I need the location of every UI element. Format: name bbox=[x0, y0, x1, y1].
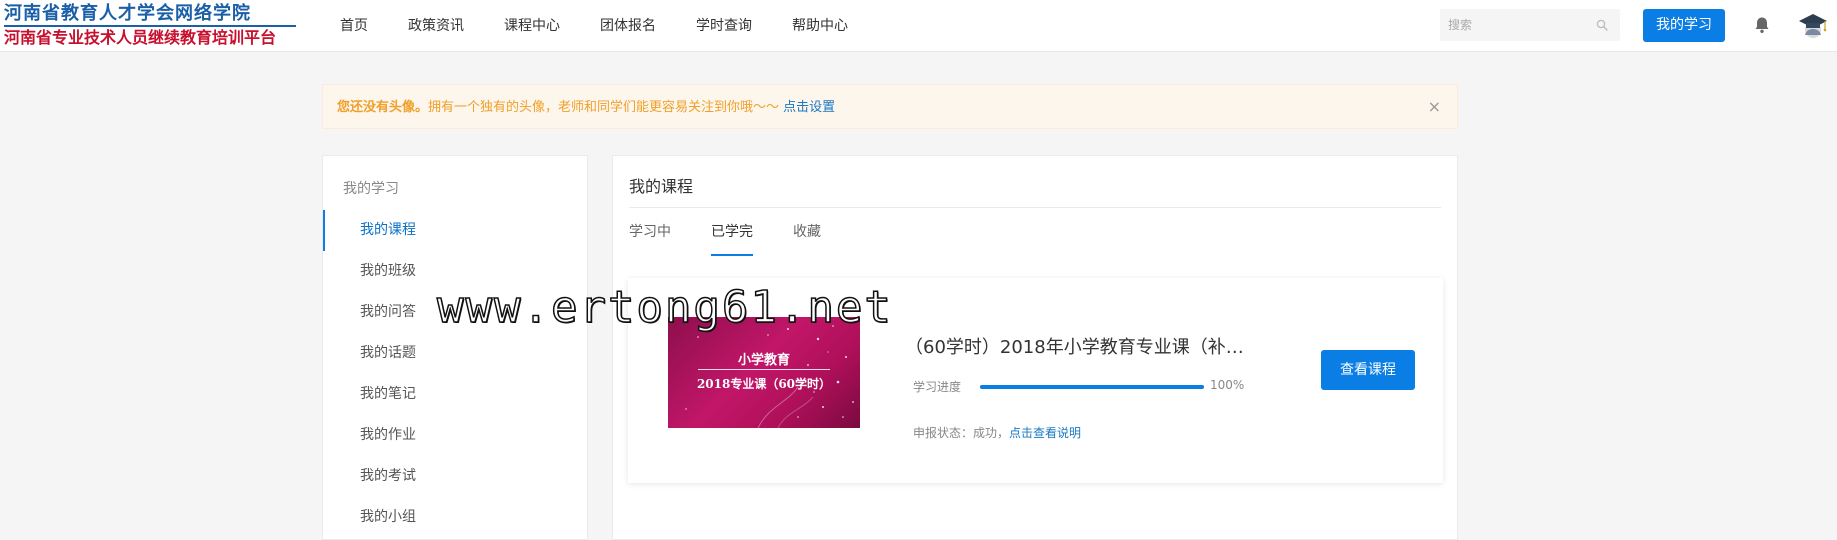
sidebar-item-my-groups[interactable]: 我的小组 bbox=[323, 497, 587, 538]
close-icon[interactable]: × bbox=[1428, 99, 1441, 115]
bell-icon[interactable] bbox=[1752, 15, 1772, 35]
sidebar-item-my-exams[interactable]: 我的考试 bbox=[323, 456, 587, 497]
course-thumbnail[interactable]: 小学教育 2018专业课（60学时） bbox=[668, 317, 860, 428]
thumbnail-title: 小学教育 bbox=[737, 353, 790, 368]
avatar-notice: 您还没有头像。拥有一个独有的头像，老师和同学们能更容易关注到你哦～～ 点击设置 … bbox=[322, 84, 1458, 129]
progress-fill bbox=[980, 385, 1204, 389]
sidebar-item-my-homework[interactable]: 我的作业 bbox=[323, 415, 587, 456]
sidebar-item-my-notes[interactable]: 我的笔记 bbox=[323, 374, 587, 415]
my-study-button[interactable]: 我的学习 bbox=[1643, 9, 1725, 42]
sidebar-item-my-topics[interactable]: 我的话题 bbox=[323, 333, 587, 374]
tab-favorites[interactable]: 收藏 bbox=[793, 208, 821, 256]
site-logo[interactable]: 河南省教育人才学会网络学院 河南省专业技术人员继续教育培训平台 bbox=[4, 4, 300, 48]
nav-hours-query[interactable]: 学时查询 bbox=[696, 0, 752, 52]
search-input[interactable] bbox=[1440, 9, 1580, 41]
notice-strong-text: 您还没有头像。 bbox=[337, 100, 429, 115]
progress-label: 学习进度 bbox=[913, 380, 962, 394]
sparkle-decoration bbox=[685, 325, 854, 428]
search-box bbox=[1440, 9, 1620, 41]
my-courses-panel: 我的课程 学习中 已学完 收藏 小学教育 2018专业课（60学时） （60学时… bbox=[612, 155, 1458, 540]
logo-subtitle: 河南省专业技术人员继续教育培训平台 bbox=[4, 28, 277, 47]
nav-course-center[interactable]: 课程中心 bbox=[504, 0, 560, 52]
nav-help-center[interactable]: 帮助中心 bbox=[792, 0, 848, 52]
view-course-button[interactable]: 查看课程 bbox=[1321, 350, 1415, 390]
progress-value: 100% bbox=[1210, 378, 1245, 392]
progress-bar bbox=[980, 385, 1204, 389]
sidebar-item-my-courses[interactable]: 我的课程 bbox=[323, 210, 587, 251]
logo-title: 河南省教育人才学会网络学院 bbox=[4, 3, 251, 24]
notice-message: 您还没有头像。拥有一个独有的头像，老师和同学们能更容易关注到你哦～～ 点击设置 bbox=[337, 85, 835, 130]
report-status-text: 申报状态：成功， bbox=[913, 426, 1010, 440]
course-tabs: 学习中 已学完 收藏 bbox=[629, 208, 861, 256]
tab-in-progress[interactable]: 学习中 bbox=[629, 208, 671, 256]
nav-group-enroll[interactable]: 团体报名 bbox=[600, 0, 656, 52]
sidebar-menu: 我的课程 我的班级 我的问答 我的话题 我的笔记 我的作业 我的考试 我的小组 bbox=[323, 210, 587, 538]
top-header: 河南省教育人才学会网络学院 河南省专业技术人员继续教育培训平台 首页 政策资讯 … bbox=[0, 0, 1837, 52]
course-title[interactable]: （60学时）2018年小学教育专业课（补… bbox=[905, 333, 1245, 359]
logo-divider bbox=[4, 25, 296, 27]
main-nav: 首页 政策资讯 课程中心 团体报名 学时查询 帮助中心 bbox=[340, 0, 888, 52]
sidebar-title: 我的学习 bbox=[343, 181, 399, 197]
thumbnail-rule bbox=[698, 369, 830, 370]
thumbnail-subtitle: 2018专业课（60学时） bbox=[696, 377, 832, 391]
tab-completed[interactable]: 已学完 bbox=[711, 208, 753, 256]
view-explanation-link[interactable]: 点击查看说明 bbox=[1009, 426, 1081, 440]
page-title: 我的课程 bbox=[629, 177, 694, 196]
avatar[interactable] bbox=[1797, 10, 1829, 42]
report-status: 申报状态：成功，点击查看说明 bbox=[913, 424, 1081, 441]
sidebar: 我的学习 我的课程 我的班级 我的问答 我的话题 我的笔记 我的作业 我的考试 … bbox=[322, 155, 588, 540]
notice-body-text: 拥有一个独有的头像，老师和同学们能更容易关注到你哦～～ bbox=[428, 100, 780, 115]
set-avatar-link[interactable]: 点击设置 bbox=[783, 100, 835, 115]
site-watermark: www.ertong61.net bbox=[436, 281, 893, 334]
nav-home[interactable]: 首页 bbox=[340, 0, 368, 52]
nav-policy-news[interactable]: 政策资讯 bbox=[408, 0, 464, 52]
search-icon[interactable] bbox=[1596, 19, 1608, 31]
